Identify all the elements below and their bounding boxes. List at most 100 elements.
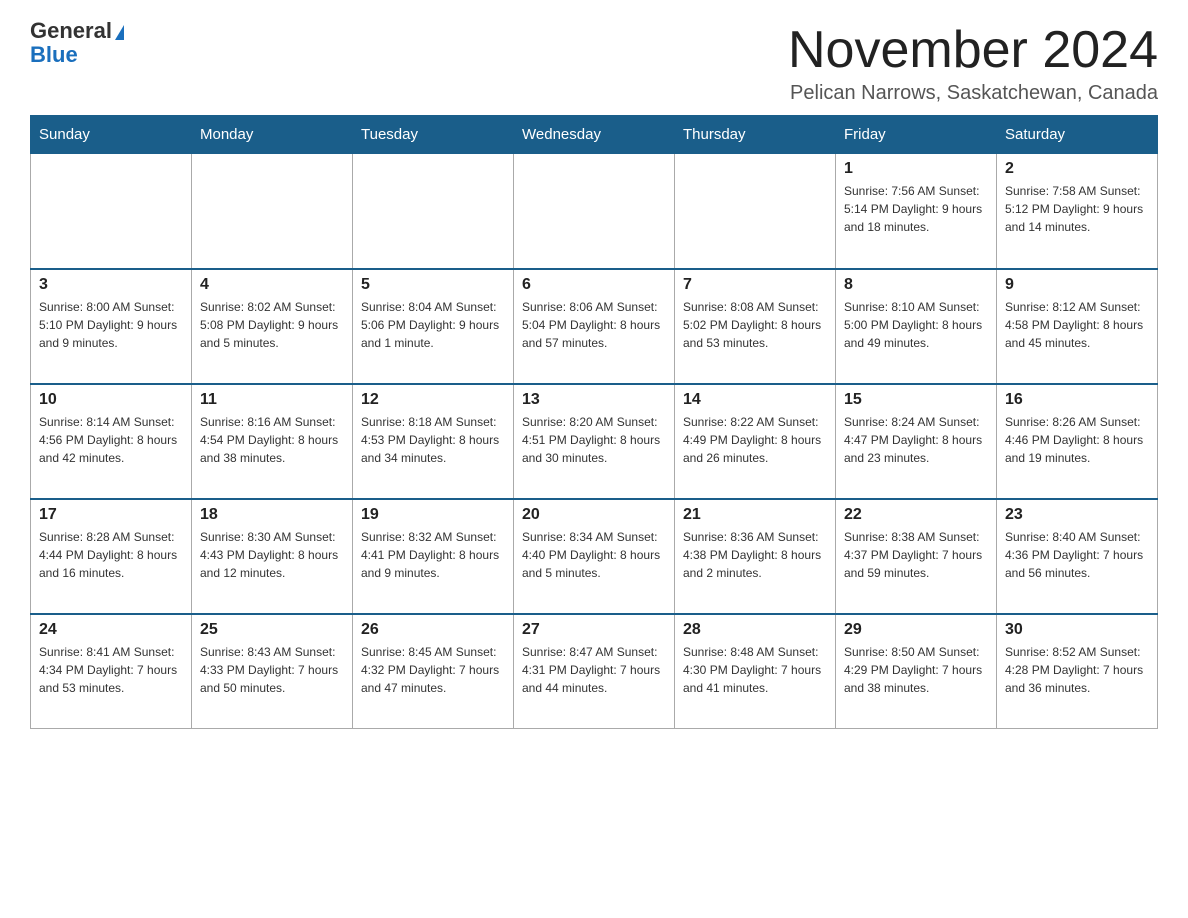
month-title: November 2024	[788, 20, 1158, 80]
calendar-cell: 2 Sunrise: 7:58 AM Sunset: 5:12 PM Daylig…	[997, 154, 1158, 269]
day-number: 22	[844, 506, 988, 524]
calendar-cell: 10 Sunrise: 8:14 AM Sunset: 4:56 PM Dayli…	[31, 384, 192, 499]
day-info: Sunrise: 8:52 AM Sunset: 4:28 PM Dayligh…	[1005, 643, 1149, 697]
day-number: 15	[844, 391, 988, 409]
day-number: 6	[522, 276, 666, 294]
day-info: Sunrise: 8:02 AM Sunset: 5:08 PM Dayligh…	[200, 298, 344, 352]
day-number: 18	[200, 506, 344, 524]
calendar-cell: 25Sunrise: 8:43 AM Sunset: 4:33 PM Dayli…	[192, 614, 353, 729]
day-info: Sunrise: 8:24 AM Sunset: 4:47 PM Dayligh…	[844, 413, 988, 467]
day-number: 29	[844, 621, 988, 639]
day-info: Sunrise: 7:58 AM Sunset: 5:12 PM Dayligh…	[1005, 182, 1149, 236]
calendar-cell: 3Sunrise: 8:00 AM Sunset: 5:10 PM Daylig…	[31, 269, 192, 384]
day-info: Sunrise: 8:20 AM Sunset: 4:51 PM Dayligh…	[522, 413, 666, 467]
calendar-cell: 18 Sunrise: 8:30 AM Sunset: 4:43 PM Dayli…	[192, 499, 353, 614]
day-number: 24	[39, 621, 183, 639]
day-number: 27	[522, 621, 666, 639]
day-info: Sunrise: 8:04 AM Sunset: 5:06 PM Dayligh…	[361, 298, 505, 352]
day-number: 26	[361, 621, 505, 639]
day-info: Sunrise: 8:48 AM Sunset: 4:30 PM Dayligh…	[683, 643, 827, 697]
calendar-cell	[675, 154, 836, 269]
logo: General Blue	[30, 20, 124, 68]
calendar-cell: 1 Sunrise: 7:56 AM Sunset: 5:14 PM Daylig…	[836, 154, 997, 269]
calendar-cell: 6 Sunrise: 8:06 AM Sunset: 5:04 PM Daylig…	[514, 269, 675, 384]
weekday-header: Wednesday	[514, 116, 675, 154]
calendar-cell: 11 Sunrise: 8:16 AM Sunset: 4:54 PM Dayli…	[192, 384, 353, 499]
calendar-cell	[514, 154, 675, 269]
calendar-cell: 24 Sunrise: 8:41 AM Sunset: 4:34 PM Dayli…	[31, 614, 192, 729]
calendar-cell	[192, 154, 353, 269]
day-number: 13	[522, 391, 666, 409]
logo-text-line1: General	[30, 20, 124, 42]
calendar-cell: 15 Sunrise: 8:24 AM Sunset: 4:47 PM Dayli…	[836, 384, 997, 499]
day-info: Sunrise: 8:41 AM Sunset: 4:34 PM Dayligh…	[39, 643, 183, 697]
day-number: 1	[844, 160, 988, 178]
day-info: Sunrise: 8:18 AM Sunset: 4:53 PM Dayligh…	[361, 413, 505, 467]
day-info: Sunrise: 8:47 AM Sunset: 4:31 PM Dayligh…	[522, 643, 666, 697]
day-info: Sunrise: 8:26 AM Sunset: 4:46 PM Dayligh…	[1005, 413, 1149, 467]
calendar-cell: 9 Sunrise: 8:12 AM Sunset: 4:58 PM Daylig…	[997, 269, 1158, 384]
day-info: Sunrise: 8:06 AM Sunset: 5:04 PM Dayligh…	[522, 298, 666, 352]
day-info: Sunrise: 8:32 AM Sunset: 4:41 PM Dayligh…	[361, 528, 505, 582]
day-info: Sunrise: 8:10 AM Sunset: 5:00 PM Dayligh…	[844, 298, 988, 352]
day-info: Sunrise: 8:30 AM Sunset: 4:43 PM Dayligh…	[200, 528, 344, 582]
day-number: 11	[200, 391, 344, 409]
day-number: 10	[39, 391, 183, 409]
logo-text-line2: Blue	[30, 42, 78, 68]
calendar-cell: 20 Sunrise: 8:34 AM Sunset: 4:40 PM Dayli…	[514, 499, 675, 614]
calendar-cell: 21 Sunrise: 8:36 AM Sunset: 4:38 PM Dayli…	[675, 499, 836, 614]
calendar-cell: 13 Sunrise: 8:20 AM Sunset: 4:51 PM Dayli…	[514, 384, 675, 499]
calendar-cell: 27 Sunrise: 8:47 AM Sunset: 4:31 PM Dayli…	[514, 614, 675, 729]
day-info: Sunrise: 7:56 AM Sunset: 5:14 PM Dayligh…	[844, 182, 988, 236]
day-info: Sunrise: 8:22 AM Sunset: 4:49 PM Dayligh…	[683, 413, 827, 467]
day-number: 21	[683, 506, 827, 524]
calendar-cell: 7Sunrise: 8:08 AM Sunset: 5:02 PM Daylig…	[675, 269, 836, 384]
day-info: Sunrise: 8:36 AM Sunset: 4:38 PM Dayligh…	[683, 528, 827, 582]
calendar-cell: 4 Sunrise: 8:02 AM Sunset: 5:08 PM Daylig…	[192, 269, 353, 384]
day-number: 17	[39, 506, 183, 524]
day-info: Sunrise: 8:28 AM Sunset: 4:44 PM Dayligh…	[39, 528, 183, 582]
day-number: 20	[522, 506, 666, 524]
calendar-cell: 8Sunrise: 8:10 AM Sunset: 5:00 PM Daylig…	[836, 269, 997, 384]
day-number: 9	[1005, 276, 1149, 294]
day-number: 2	[1005, 160, 1149, 178]
day-info: Sunrise: 8:40 AM Sunset: 4:36 PM Dayligh…	[1005, 528, 1149, 582]
day-number: 23	[1005, 506, 1149, 524]
calendar-cell: 14Sunrise: 8:22 AM Sunset: 4:49 PM Dayli…	[675, 384, 836, 499]
day-number: 12	[361, 391, 505, 409]
calendar-cell: 23 Sunrise: 8:40 AM Sunset: 4:36 PM Dayli…	[997, 499, 1158, 614]
day-info: Sunrise: 8:12 AM Sunset: 4:58 PM Dayligh…	[1005, 298, 1149, 352]
day-number: 30	[1005, 621, 1149, 639]
day-info: Sunrise: 8:00 AM Sunset: 5:10 PM Dayligh…	[39, 298, 183, 352]
day-number: 19	[361, 506, 505, 524]
logo-triangle-icon	[115, 25, 124, 40]
calendar-cell: 30 Sunrise: 8:52 AM Sunset: 4:28 PM Dayli…	[997, 614, 1158, 729]
weekday-header: Tuesday	[353, 116, 514, 154]
calendar-cell: 17 Sunrise: 8:28 AM Sunset: 4:44 PM Dayli…	[31, 499, 192, 614]
calendar-cell: 22 Sunrise: 8:38 AM Sunset: 4:37 PM Dayli…	[836, 499, 997, 614]
title-area: November 2024 Pelican Narrows, Saskatche…	[788, 20, 1158, 105]
location-title: Pelican Narrows, Saskatchewan, Canada	[788, 82, 1158, 105]
calendar-cell	[31, 154, 192, 269]
calendar-cell: 29 Sunrise: 8:50 AM Sunset: 4:29 PM Dayli…	[836, 614, 997, 729]
calendar-cell: 5Sunrise: 8:04 AM Sunset: 5:06 PM Daylig…	[353, 269, 514, 384]
day-number: 28	[683, 621, 827, 639]
day-info: Sunrise: 8:14 AM Sunset: 4:56 PM Dayligh…	[39, 413, 183, 467]
day-number: 7	[683, 276, 827, 294]
day-number: 4	[200, 276, 344, 294]
day-info: Sunrise: 8:34 AM Sunset: 4:40 PM Dayligh…	[522, 528, 666, 582]
calendar-cell: 28 Sunrise: 8:48 AM Sunset: 4:30 PM Dayli…	[675, 614, 836, 729]
day-info: Sunrise: 8:50 AM Sunset: 4:29 PM Dayligh…	[844, 643, 988, 697]
day-info: Sunrise: 8:45 AM Sunset: 4:32 PM Dayligh…	[361, 643, 505, 697]
calendar-cell: 26 Sunrise: 8:45 AM Sunset: 4:32 PM Dayli…	[353, 614, 514, 729]
weekday-header: Friday	[836, 116, 997, 154]
calendar-cell: 16Sunrise: 8:26 AM Sunset: 4:46 PM Dayli…	[997, 384, 1158, 499]
calendar-table: SundayMondayTuesdayWednesdayThursdayFrid…	[30, 115, 1158, 729]
weekday-header: Sunday	[31, 116, 192, 154]
header: General Blue November 2024 Pelican Narro…	[30, 20, 1158, 105]
day-info: Sunrise: 8:16 AM Sunset: 4:54 PM Dayligh…	[200, 413, 344, 467]
day-info: Sunrise: 8:38 AM Sunset: 4:37 PM Dayligh…	[844, 528, 988, 582]
calendar-cell: 19 Sunrise: 8:32 AM Sunset: 4:41 PM Dayli…	[353, 499, 514, 614]
weekday-header: Thursday	[675, 116, 836, 154]
calendar-cell: 12 Sunrise: 8:18 AM Sunset: 4:53 PM Dayli…	[353, 384, 514, 499]
